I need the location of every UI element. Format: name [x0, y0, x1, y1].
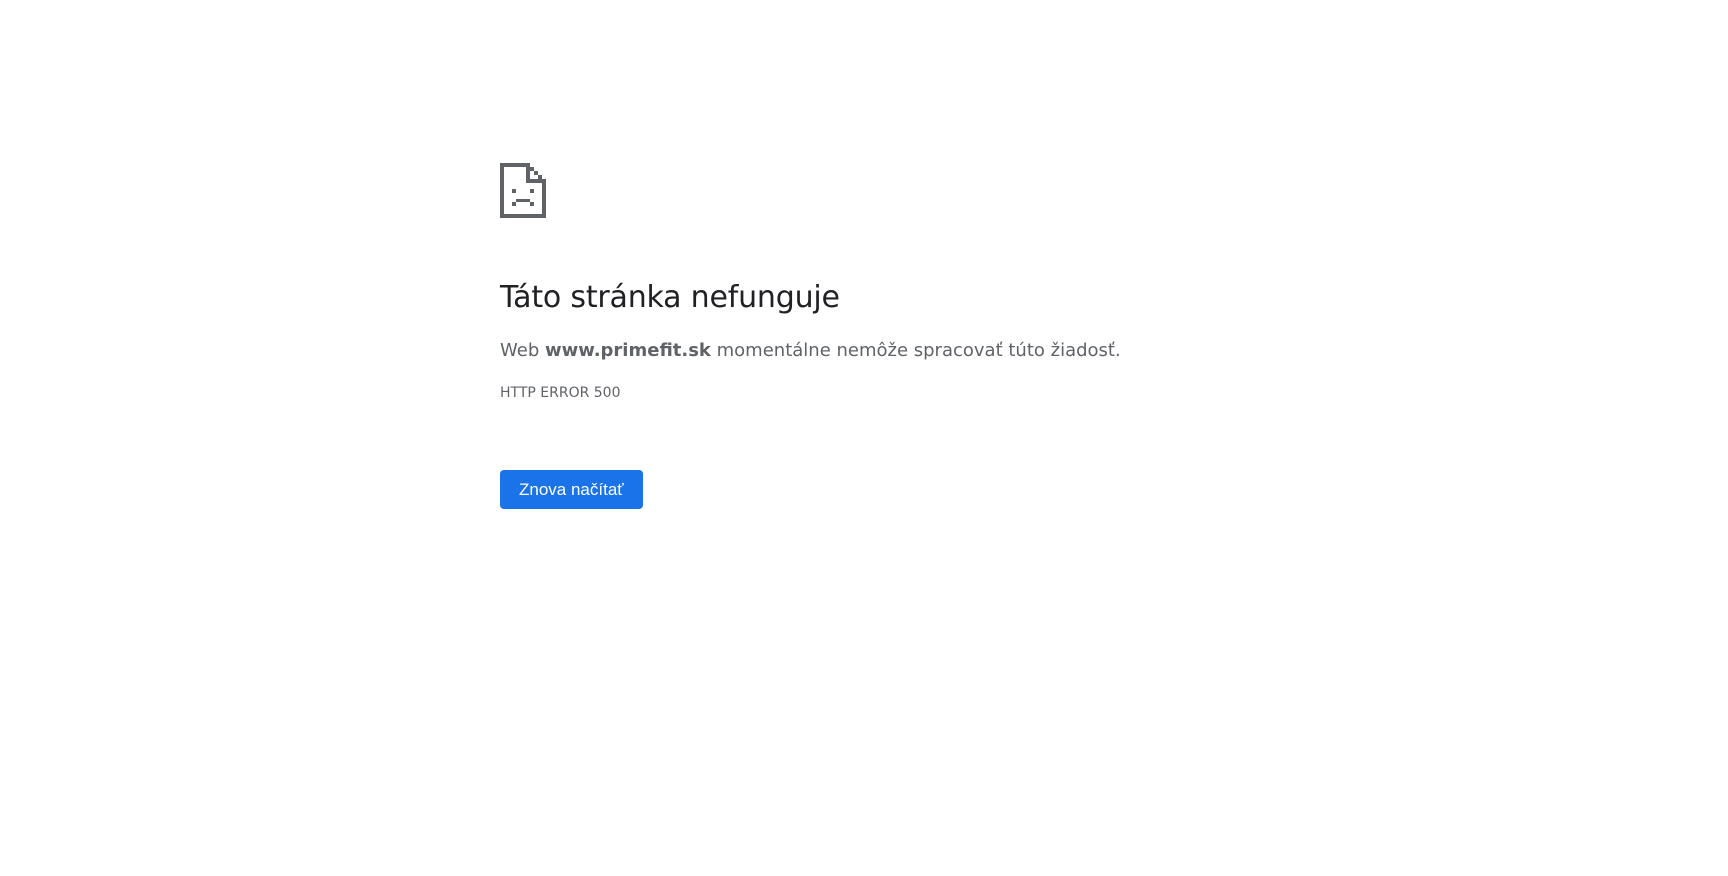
error-content: Táto stránka nefunguje Web www.primefit.… [500, 163, 1400, 509]
error-message: Web www.primefit.sk momentálne nemôže sp… [500, 338, 1400, 364]
error-code: HTTP ERROR 500 [500, 385, 621, 401]
site-host: www.primefit.sk [544, 340, 711, 361]
message-prefix: Web [500, 340, 545, 361]
sad-page-icon [500, 163, 546, 218]
reload-button[interactable]: Znova načítať [500, 470, 643, 509]
message-suffix: momentálne nemôže spracovať túto žiadosť… [710, 340, 1121, 361]
error-page: Táto stránka nefunguje Web www.primefit.… [0, 0, 1728, 876]
page-title: Táto stránka nefunguje [500, 280, 840, 315]
